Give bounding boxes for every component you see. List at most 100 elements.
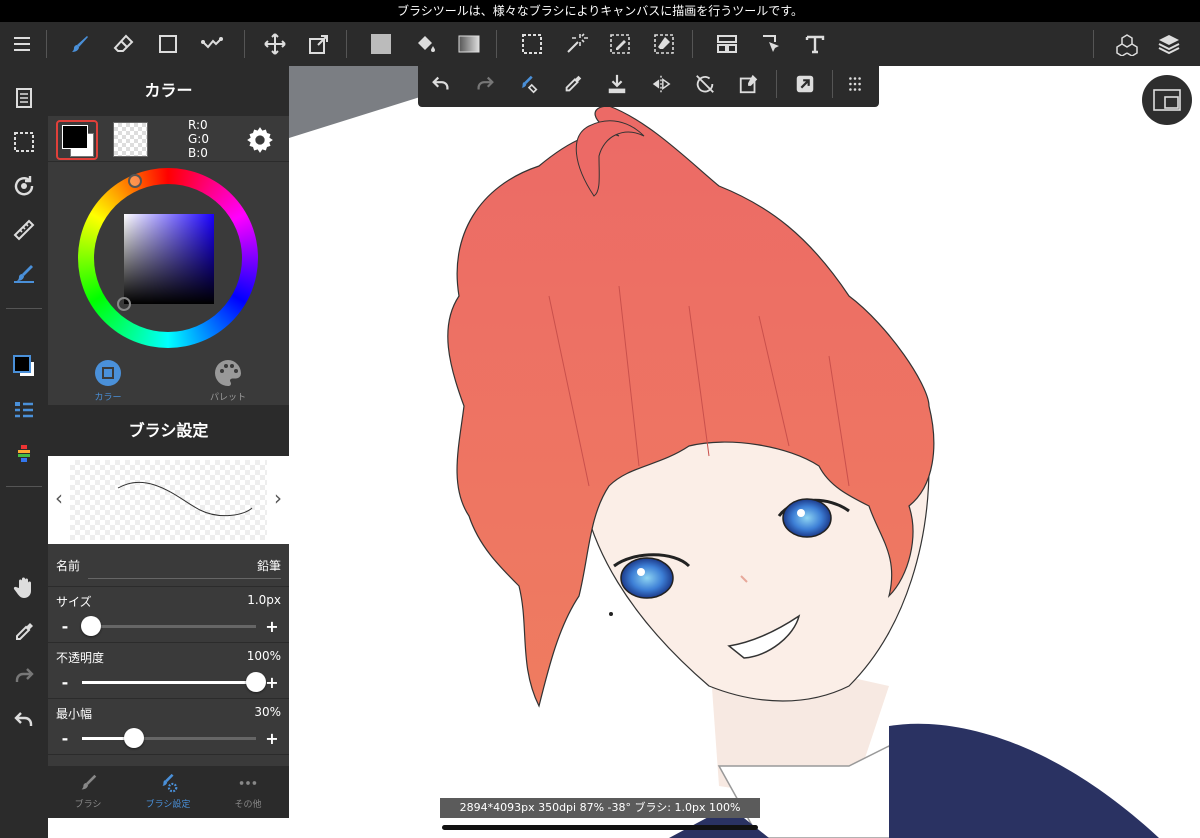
tab-brush[interactable]: ブラシ: [48, 772, 128, 810]
next-brush-button[interactable]: ›: [269, 486, 287, 510]
brush-icon[interactable]: [58, 22, 102, 66]
min-width-minus-button[interactable]: -: [58, 729, 72, 748]
layers-icon[interactable]: [1147, 22, 1191, 66]
text-icon[interactable]: [793, 22, 837, 66]
brush-stroke-preview: [117, 482, 253, 517]
tab-other[interactable]: その他: [208, 772, 288, 810]
rotate-icon[interactable]: [0, 166, 48, 206]
snap-brush-icon[interactable]: [0, 254, 48, 294]
list-icon[interactable]: [0, 390, 48, 430]
3d-icon[interactable]: [1105, 22, 1149, 66]
bucket-icon[interactable]: [403, 22, 447, 66]
transparent-swatch[interactable]: [113, 122, 148, 157]
brush-eraser-icon[interactable]: [510, 65, 548, 103]
opacity-label: 不透明度: [56, 651, 105, 665]
toolbar-divider: [244, 30, 245, 58]
toolbar-divider: [496, 30, 497, 58]
undo-icon[interactable]: [0, 700, 48, 740]
navigator-button[interactable]: [1142, 75, 1192, 125]
opacity-slider[interactable]: [82, 672, 266, 692]
rotate-lock-icon[interactable]: [686, 65, 724, 103]
quick-toolbar: [418, 61, 879, 107]
r-value: R:0: [188, 118, 208, 132]
operation-icon[interactable]: [749, 22, 793, 66]
redo-icon[interactable]: [0, 656, 48, 696]
saturation-value-square[interactable]: [124, 214, 214, 304]
tab-brush-settings-label: ブラシ設定: [145, 800, 191, 810]
ruler-icon[interactable]: [0, 210, 48, 250]
selection-icon[interactable]: [0, 122, 48, 162]
app-root: ブラシツールは、様々なブラシによりキャンバスに描画を行うツールです。 カラー R…: [0, 0, 1200, 838]
rectangle-icon[interactable]: [146, 22, 190, 66]
toolbar-divider: [346, 30, 347, 58]
color-swatch-icon[interactable]: [0, 346, 48, 386]
min-width-plus-button[interactable]: +: [265, 729, 279, 748]
rgb-readout: R:0 G:0 B:0: [188, 118, 209, 160]
frame-icon[interactable]: [705, 22, 749, 66]
undo-icon[interactable]: [422, 65, 460, 103]
left-toolbar: [0, 66, 48, 838]
opacity-slider-knob[interactable]: [246, 672, 266, 692]
eyedropper-icon[interactable]: [0, 612, 48, 652]
opacity-plus-button[interactable]: +: [265, 673, 279, 692]
size-slider-knob[interactable]: [80, 616, 101, 636]
gradient-bar-icon[interactable]: [0, 434, 48, 474]
color-panel-tabs: カラー パレット: [48, 354, 289, 406]
smudge-icon[interactable]: [190, 22, 234, 66]
hue-knob[interactable]: [128, 174, 142, 188]
tab-brush-label: ブラシ: [74, 800, 102, 810]
color-tab-icon: [95, 360, 121, 386]
move-icon[interactable]: [253, 22, 297, 66]
select-eraser-icon[interactable]: [642, 22, 686, 66]
brush-name-label: 名前: [56, 559, 81, 573]
color-row: R:0 G:0 B:0: [48, 116, 289, 162]
home-indicator[interactable]: [442, 825, 758, 830]
panel-bottom-gap: [48, 818, 289, 838]
export-icon[interactable]: [786, 65, 824, 103]
tab-other-label: その他: [234, 800, 262, 810]
hand-icon[interactable]: [0, 568, 48, 608]
brush-settings-tab-icon: [162, 773, 178, 793]
prop-divider: [48, 754, 289, 755]
prev-brush-button[interactable]: ‹: [50, 486, 68, 510]
clear-icon[interactable]: [730, 65, 768, 103]
main-toolbar: [0, 22, 1200, 66]
leftcol-divider: [6, 308, 42, 309]
gear-icon[interactable]: [246, 126, 274, 154]
magic-wand-icon[interactable]: [554, 22, 598, 66]
tab-brush-settings[interactable]: ブラシ設定: [128, 772, 208, 810]
pages-icon[interactable]: [0, 78, 48, 118]
navigator-icon: [1153, 89, 1181, 111]
size-label: サイズ: [56, 595, 92, 609]
transform-icon[interactable]: [297, 22, 341, 66]
size-minus-button[interactable]: -: [58, 617, 72, 636]
eyedropper-icon[interactable]: [554, 65, 592, 103]
min-width-row: 最小幅 30% - +: [48, 699, 289, 754]
size-slider[interactable]: [80, 616, 256, 636]
select-icon[interactable]: [510, 22, 554, 66]
select-pen-icon[interactable]: [598, 22, 642, 66]
toolbar-divider: [1093, 30, 1094, 58]
toolbar-divider: [46, 30, 47, 58]
tab-palette[interactable]: パレット: [178, 358, 278, 403]
more-icon[interactable]: [836, 65, 874, 103]
sv-knob[interactable]: [117, 297, 131, 311]
drawing-canvas[interactable]: [289, 66, 1200, 838]
quick-toolbar-divider: [832, 70, 833, 98]
color-panel-title: カラー: [48, 66, 289, 116]
eraser-icon[interactable]: [102, 22, 146, 66]
opacity-minus-button[interactable]: -: [58, 673, 72, 692]
size-plus-button[interactable]: +: [265, 617, 279, 636]
menu-icon[interactable]: [0, 22, 44, 66]
redo-icon[interactable]: [466, 65, 504, 103]
fg-bg-swatch[interactable]: [56, 120, 98, 160]
min-width-slider[interactable]: [82, 728, 256, 748]
download-icon[interactable]: [598, 65, 636, 103]
min-width-slider-knob[interactable]: [124, 728, 145, 748]
brush-name-value[interactable]: 鉛筆: [257, 557, 281, 574]
brush-tab-icon: [81, 774, 97, 790]
fill-icon[interactable]: [359, 22, 403, 66]
tab-color[interactable]: カラー: [58, 358, 158, 403]
gradient-icon[interactable]: [447, 22, 491, 66]
flip-icon[interactable]: [642, 65, 680, 103]
